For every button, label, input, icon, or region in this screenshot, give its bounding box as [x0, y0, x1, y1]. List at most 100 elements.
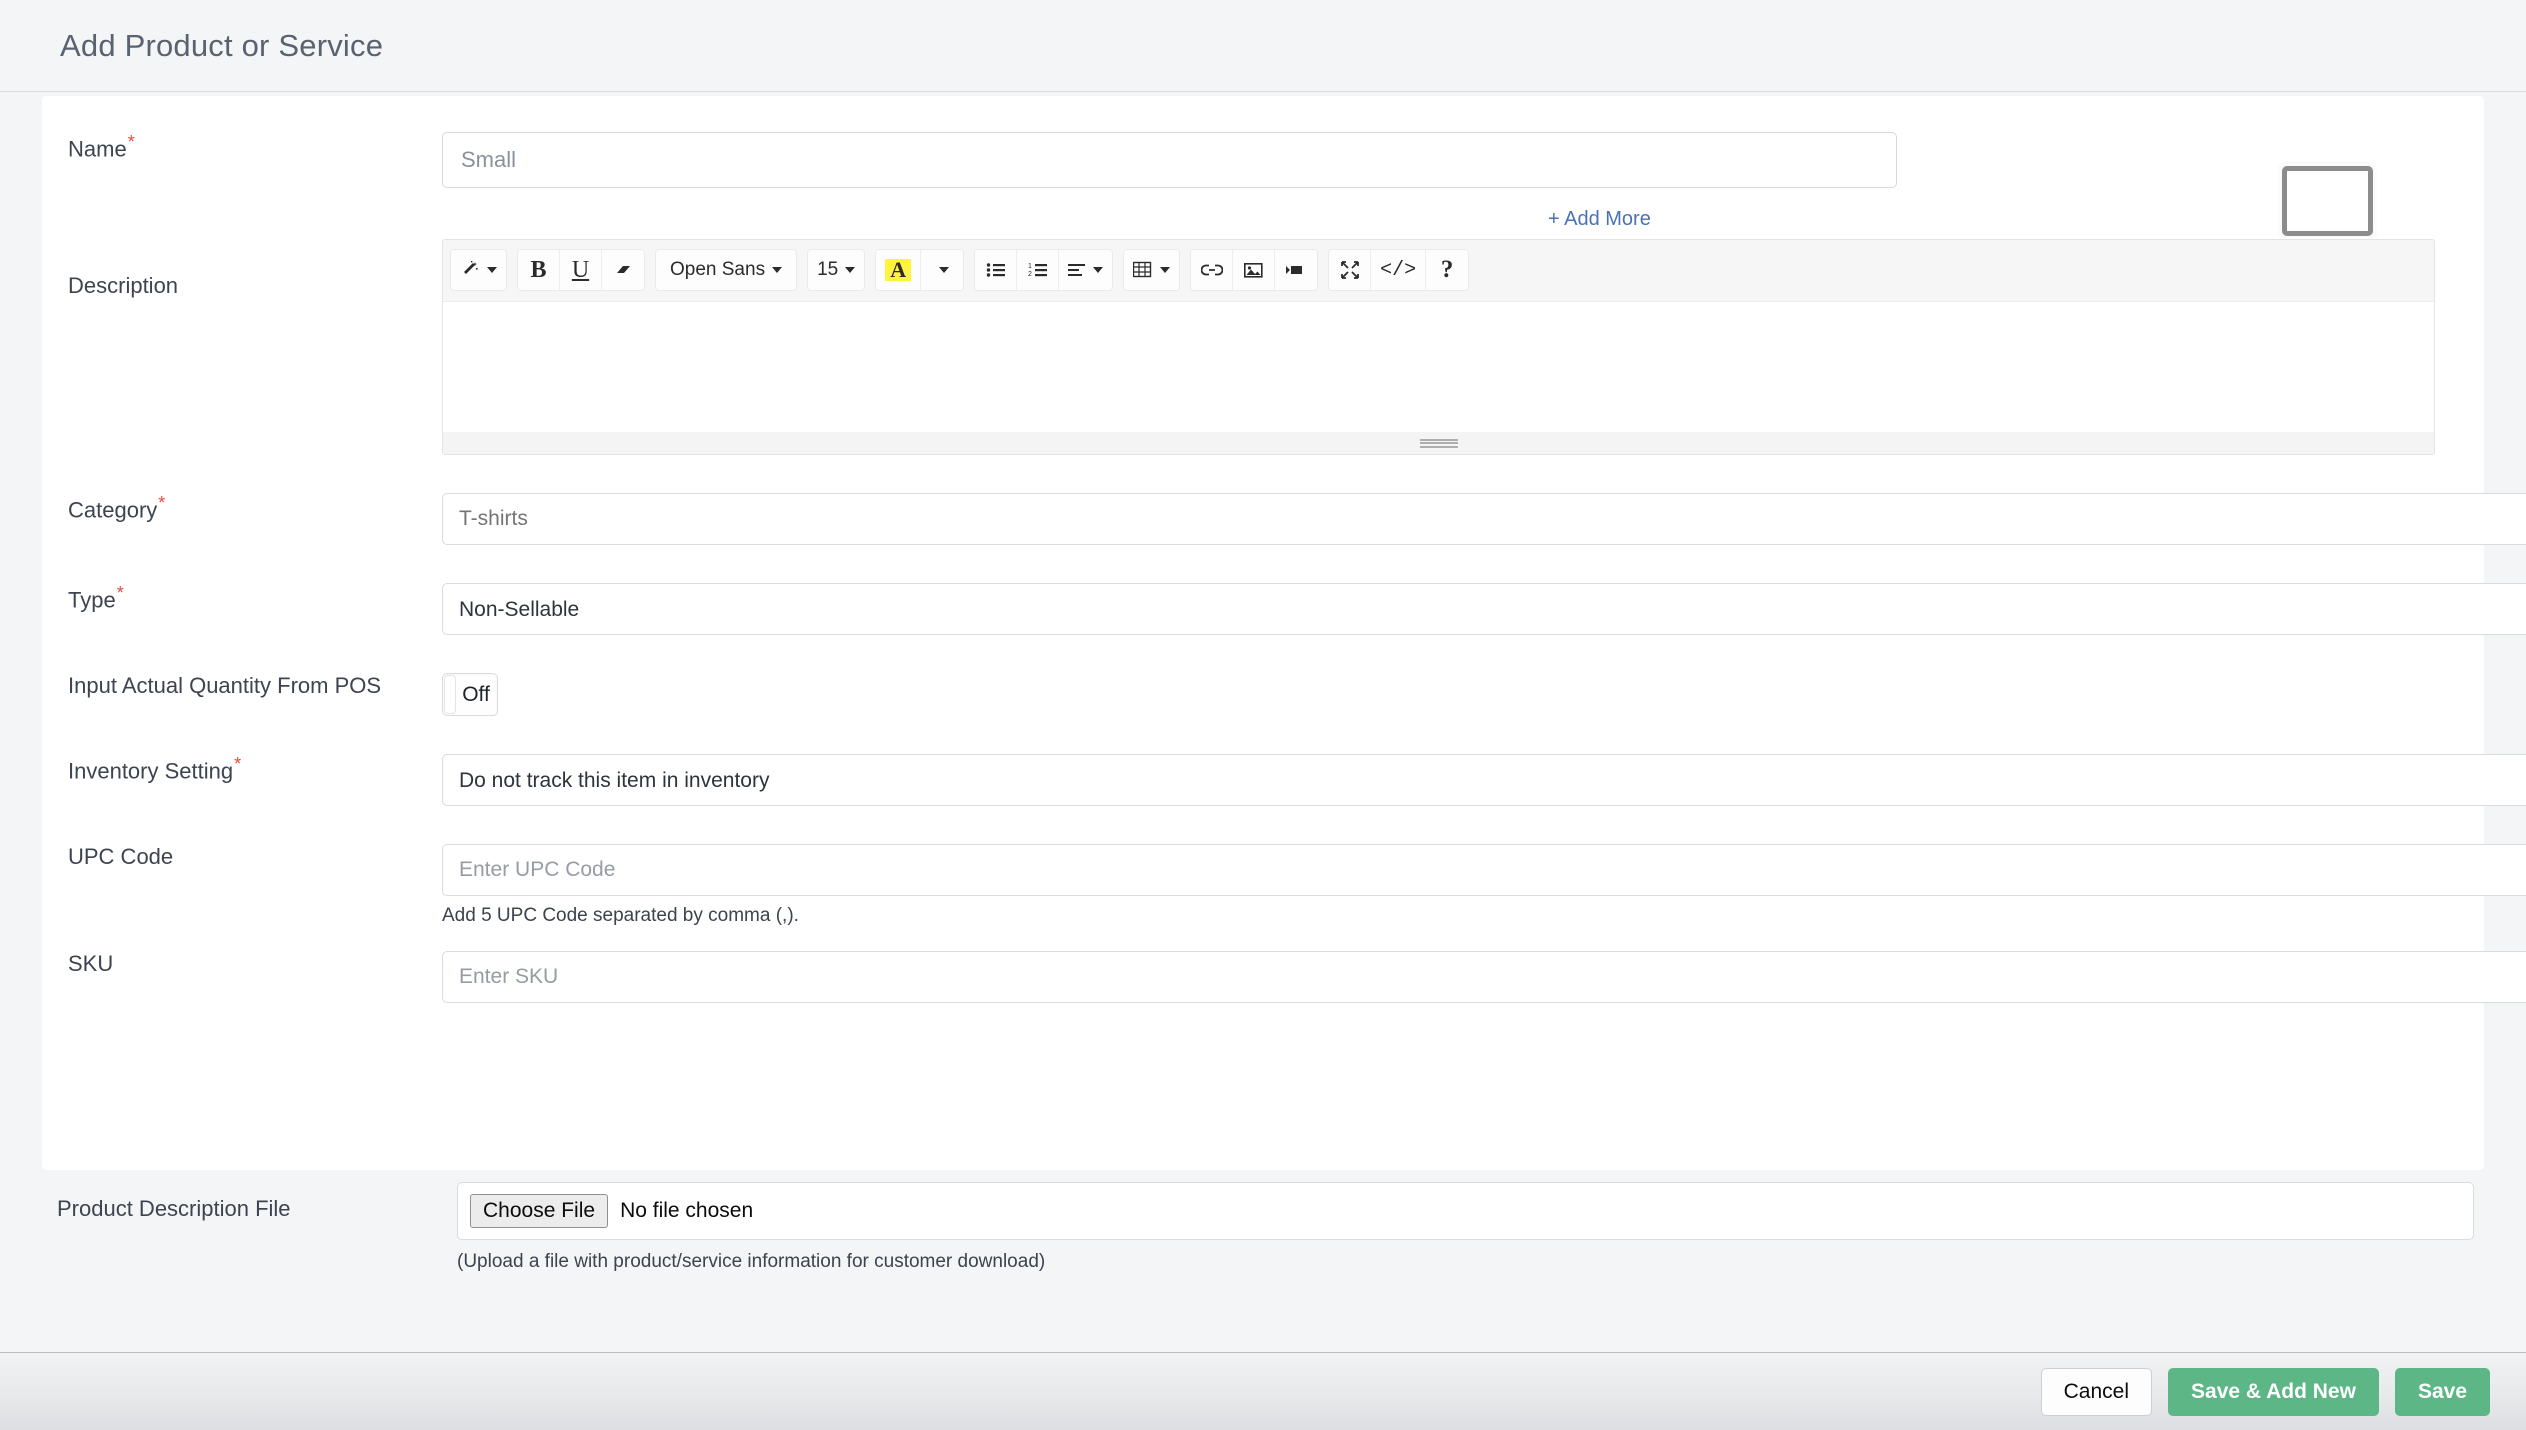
- sku-input[interactable]: [442, 951, 2526, 1003]
- font-size-value: 15: [817, 259, 839, 280]
- page-header: Add Product or Service: [0, 0, 2526, 92]
- label-product-description-file: Product Description File: [57, 1196, 291, 1221]
- field-row-category: Category* Select: [42, 493, 2526, 545]
- label-category: Category*: [42, 493, 442, 524]
- label-description: Description: [68, 273, 179, 298]
- save-button[interactable]: Save: [2394, 1367, 2490, 1416]
- field-row-sku: SKU: [42, 951, 2526, 1003]
- text-color-letter: A: [885, 259, 912, 281]
- fullscreen-glyph: [1340, 261, 1359, 279]
- video-glyph: [1286, 266, 1303, 274]
- editor-content-area[interactable]: [443, 302, 2434, 432]
- category-input[interactable]: [442, 493, 2526, 545]
- toolbar-group-insert: [1190, 249, 1319, 291]
- required-asterisk: *: [127, 132, 135, 152]
- eraser-glyph: [617, 266, 630, 273]
- clear-formatting-icon[interactable]: [602, 250, 644, 290]
- category-input-wrap: Select: [442, 493, 2526, 545]
- file-upload-note: (Upload a file with product/service info…: [457, 1251, 1046, 1272]
- rich-text-editor: B U Open Sans 15 A 1 2 </> ?: [442, 239, 2435, 455]
- upc-code-hint: Add 5 UPC Code separated by comma (,).: [442, 905, 799, 926]
- code-view-icon[interactable]: </>: [1371, 250, 1427, 290]
- field-row-description: Description B U Open Sans 15 A 1 2 </> ?: [42, 239, 2484, 455]
- video-icon[interactable]: [1275, 250, 1318, 290]
- toolbar-group-lists: 1 2: [974, 249, 1114, 291]
- required-asterisk: *: [234, 754, 242, 774]
- product-image-placeholder[interactable]: [2278, 162, 2377, 240]
- bold-icon[interactable]: B: [518, 250, 560, 290]
- name-input[interactable]: [442, 132, 1897, 188]
- page-title: Add Product or Service: [60, 27, 384, 63]
- toolbar-group-more-rich: [450, 249, 507, 291]
- ordered-list-icon[interactable]: 1 2: [1017, 250, 1060, 290]
- label-input-actual-quantity: Input Actual Quantity From POS: [68, 673, 382, 698]
- link-glyph: [1200, 264, 1223, 276]
- label-name: Name*: [42, 132, 442, 163]
- align-icon[interactable]: [1059, 250, 1113, 290]
- field-row-name: Name* + Add More: [42, 96, 2484, 240]
- type-field-body: Non-Sellable: [442, 583, 2526, 635]
- type-select[interactable]: Non-Sellable: [442, 583, 2526, 635]
- caret-icon: [938, 267, 949, 273]
- toggle-knob: [444, 675, 456, 714]
- inventory-setting-body: Do not track this item in inventory: [442, 754, 2526, 806]
- file-input-box[interactable]: Choose File No file chosen: [457, 1182, 2474, 1240]
- table-icon[interactable]: [1124, 250, 1180, 290]
- product-description-file-body: Choose File No file chosen (Upload a fil…: [457, 1182, 2526, 1273]
- label-inventory-setting: Inventory Setting*: [42, 754, 442, 785]
- underline-icon[interactable]: U: [560, 250, 602, 290]
- input-actual-quantity-toggle[interactable]: Off: [442, 673, 498, 716]
- cancel-button[interactable]: Cancel: [2040, 1367, 2153, 1416]
- color-dropdown-icon[interactable]: [921, 250, 964, 290]
- label-type-text: Type: [68, 587, 116, 613]
- font-family-value: Open Sans: [670, 259, 766, 280]
- inventory-setting-select[interactable]: Do not track this item in inventory: [442, 754, 2526, 806]
- type-select-wrap: Non-Sellable: [442, 583, 2526, 635]
- file-status-text: No file chosen: [620, 1199, 754, 1222]
- editor-resize-handle[interactable]: [443, 432, 2434, 454]
- input-actual-quantity-body: Off: [442, 673, 2484, 716]
- description-field-body: B U Open Sans 15 A 1 2 </> ?: [442, 239, 2484, 455]
- sku-body: [442, 951, 2526, 1003]
- label-inventory-setting-text: Inventory Setting: [68, 758, 234, 784]
- form-card: Name* + Add More Description: [42, 96, 2526, 1170]
- editor-toolbar: B U Open Sans 15 A 1 2 </> ?: [443, 240, 2434, 302]
- table-glyph: [1133, 261, 1152, 278]
- field-row-upc-code: UPC Code Add 5 UPC Code separated by com…: [42, 844, 2526, 927]
- align-glyph: [1068, 264, 1086, 276]
- field-row-type: Type* Non-Sellable: [42, 583, 2526, 635]
- help-icon[interactable]: ?: [1426, 250, 1469, 290]
- name-field-body: + Add More: [442, 132, 2484, 240]
- text-color-icon[interactable]: A: [876, 250, 922, 290]
- field-row-inventory-setting: Inventory Setting* Do not track this ite…: [42, 754, 2526, 806]
- magic-wand-icon[interactable]: [451, 250, 506, 290]
- image-icon[interactable]: [1233, 250, 1276, 290]
- fullscreen-icon[interactable]: [1329, 250, 1372, 290]
- choose-file-button[interactable]: Choose File: [470, 1194, 609, 1228]
- numbered-list-glyph: 1 2: [1028, 263, 1047, 278]
- footer-action-bar: Cancel Save & Add New Save: [0, 1352, 2526, 1430]
- toolbar-group-table: [1123, 249, 1181, 291]
- caret-icon: [1160, 267, 1171, 273]
- unordered-list-icon[interactable]: [975, 250, 1018, 290]
- add-more-link[interactable]: + Add More: [1548, 208, 1651, 231]
- toolbar-group-font-size: 15: [807, 249, 866, 291]
- label-upc-code: UPC Code: [68, 844, 174, 869]
- label-sku: SKU: [68, 951, 114, 976]
- upc-code-body: Add 5 UPC Code separated by comma (,).: [442, 844, 2526, 927]
- svg-text:2: 2: [1028, 271, 1032, 278]
- magic-wand-glyph: [464, 261, 478, 274]
- toolbar-group-misc: </> ?: [1328, 249, 1470, 291]
- required-asterisk: *: [116, 583, 124, 603]
- add-product-page: Add Product or Service Name* + Add More …: [0, 0, 2526, 1430]
- bullet-list-glyph: [986, 263, 1005, 277]
- label-name-text: Name: [68, 136, 127, 162]
- link-icon[interactable]: [1191, 250, 1234, 290]
- category-field-body: Select: [442, 493, 2526, 545]
- toolbar-group-color: A: [875, 249, 965, 291]
- font-family-dropdown[interactable]: Open Sans: [656, 250, 797, 290]
- font-size-dropdown[interactable]: 15: [808, 250, 865, 290]
- save-and-add-new-button[interactable]: Save & Add New: [2168, 1367, 2379, 1416]
- caret-icon: [845, 267, 856, 273]
- upc-code-input[interactable]: [442, 844, 2526, 896]
